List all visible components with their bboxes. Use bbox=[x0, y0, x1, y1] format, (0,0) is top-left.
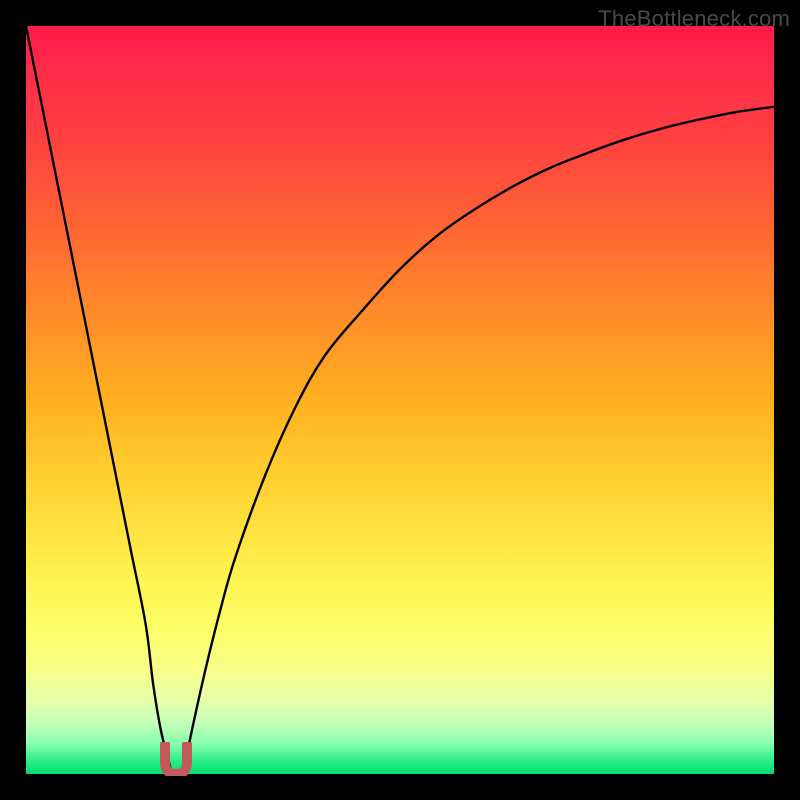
watermark-text: TheBottleneck.com bbox=[598, 6, 790, 32]
right-branch-curve bbox=[183, 107, 774, 774]
chart-frame: TheBottleneck.com bbox=[0, 0, 800, 800]
curve-layer bbox=[26, 26, 774, 774]
left-branch-curve bbox=[26, 26, 172, 774]
valley-hook-icon bbox=[159, 742, 193, 776]
plot-area bbox=[26, 26, 774, 774]
